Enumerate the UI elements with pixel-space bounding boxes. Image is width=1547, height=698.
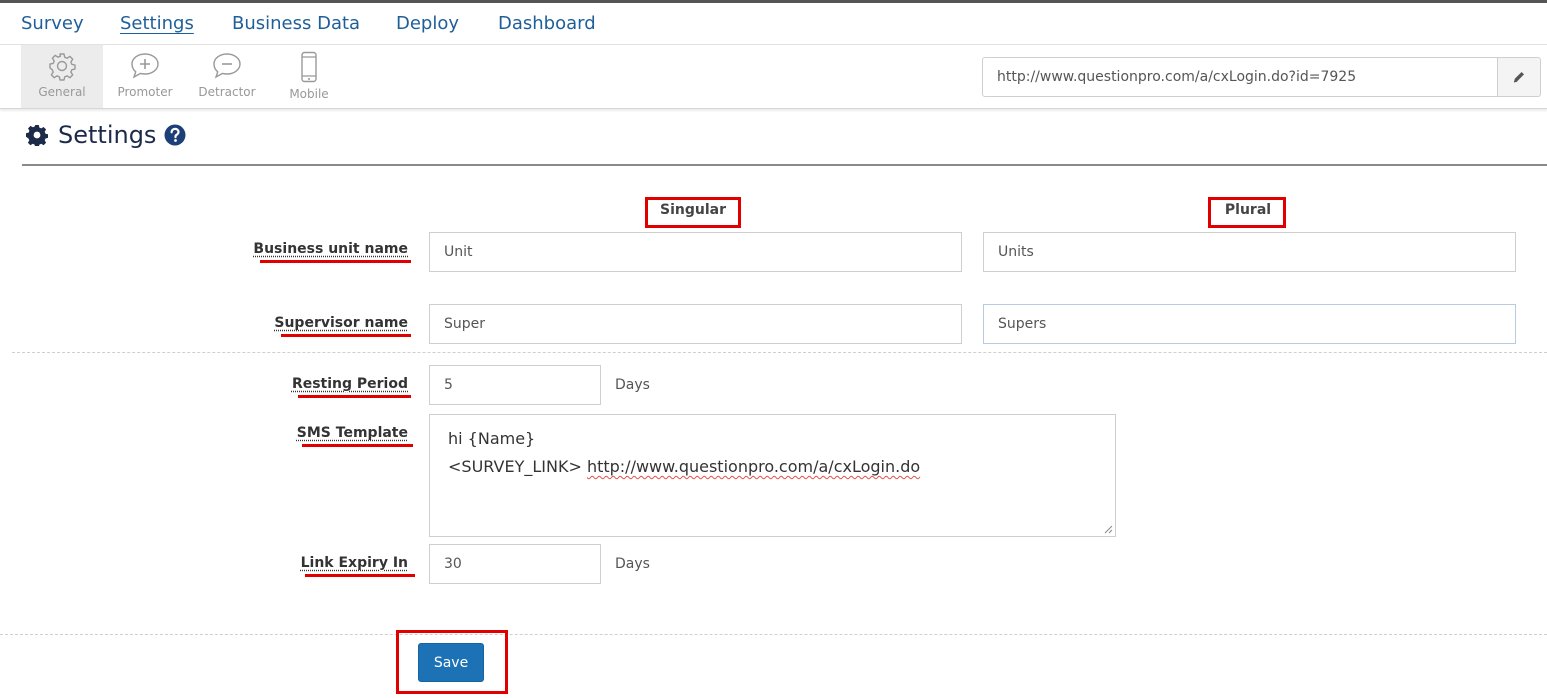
link-expiry-underline	[305, 574, 415, 577]
pencil-icon	[1513, 72, 1524, 83]
gear-icon	[26, 125, 48, 146]
supervisor-singular-input[interactable]: Super	[429, 304, 962, 344]
nav-tab-settings[interactable]: Settings	[120, 13, 194, 34]
title-divider	[22, 164, 1547, 166]
business-unit-singular-input[interactable]: Unit	[429, 232, 962, 272]
plus-bubble-icon	[131, 53, 159, 79]
nav-tab-business-data[interactable]: Business Data	[232, 13, 360, 34]
sms-survey-link-token: <SURVEY_LINK>	[448, 457, 582, 476]
resting-period-input[interactable]: 5	[429, 365, 601, 405]
question-circle-icon[interactable]	[164, 124, 186, 146]
minus-bubble-icon	[213, 53, 241, 79]
nav-tab-dashboard[interactable]: Dashboard	[498, 13, 596, 34]
sms-survey-url: http://www.questionpro.com/a/cxLogin.do	[586, 457, 921, 476]
section-divider	[12, 352, 1547, 353]
subtab-promoter[interactable]: Promoter	[104, 45, 186, 108]
subtab-general[interactable]: General	[21, 45, 103, 108]
supervisor-label: Supervisor name	[274, 315, 408, 331]
link-expiry-input[interactable]: 30	[429, 544, 601, 584]
footer-divider	[0, 634, 1547, 635]
link-expiry-label: Link Expiry In	[300, 555, 408, 571]
main-nav: Survey Settings Business Data Deploy Das…	[0, 3, 1547, 45]
sms-line-2: <SURVEY_LINK> http://www.questionpro.com…	[448, 453, 1097, 481]
supervisor-underline	[281, 334, 411, 337]
resting-period-underline	[298, 395, 411, 398]
sms-template-label: SMS Template	[296, 425, 408, 441]
subtab-promoter-label: Promoter	[117, 85, 173, 99]
supervisor-plural-input[interactable]: Supers	[983, 304, 1516, 344]
page-title-text: Settings	[58, 121, 157, 149]
nav-tab-deploy[interactable]: Deploy	[396, 13, 459, 34]
plural-highlight	[1208, 197, 1286, 228]
subtab-general-label: General	[38, 85, 86, 99]
singular-highlight	[645, 197, 741, 228]
business-unit-underline	[260, 260, 411, 263]
survey-url-field[interactable]: http://www.questionpro.com/a/cxLogin.do?…	[982, 57, 1498, 97]
mobile-icon	[301, 51, 317, 83]
resize-grip-icon[interactable]	[1103, 524, 1113, 534]
business-unit-label: Business unit name	[253, 241, 408, 257]
business-unit-plural-input[interactable]: Units	[983, 232, 1516, 272]
link-expiry-unit: Days	[615, 556, 650, 572]
subtab-mobile[interactable]: Mobile	[268, 45, 350, 108]
resting-period-label: Resting Period	[291, 376, 408, 392]
sms-line-1: hi {Name}	[448, 429, 536, 448]
sms-template-textarea[interactable]: hi {Name} <SURVEY_LINK> http://www.quest…	[429, 414, 1116, 537]
subtab-detractor-label: Detractor	[198, 85, 256, 99]
save-highlight	[396, 630, 508, 694]
nav-tab-survey[interactable]: Survey	[21, 13, 84, 34]
edit-url-button[interactable]	[1497, 57, 1541, 97]
resting-period-unit: Days	[615, 377, 650, 393]
page-title: Settings	[26, 120, 186, 150]
subtab-mobile-label: Mobile	[289, 87, 329, 101]
sms-template-underline	[302, 444, 413, 447]
subtab-detractor[interactable]: Detractor	[186, 45, 268, 108]
gear-icon	[49, 53, 76, 81]
